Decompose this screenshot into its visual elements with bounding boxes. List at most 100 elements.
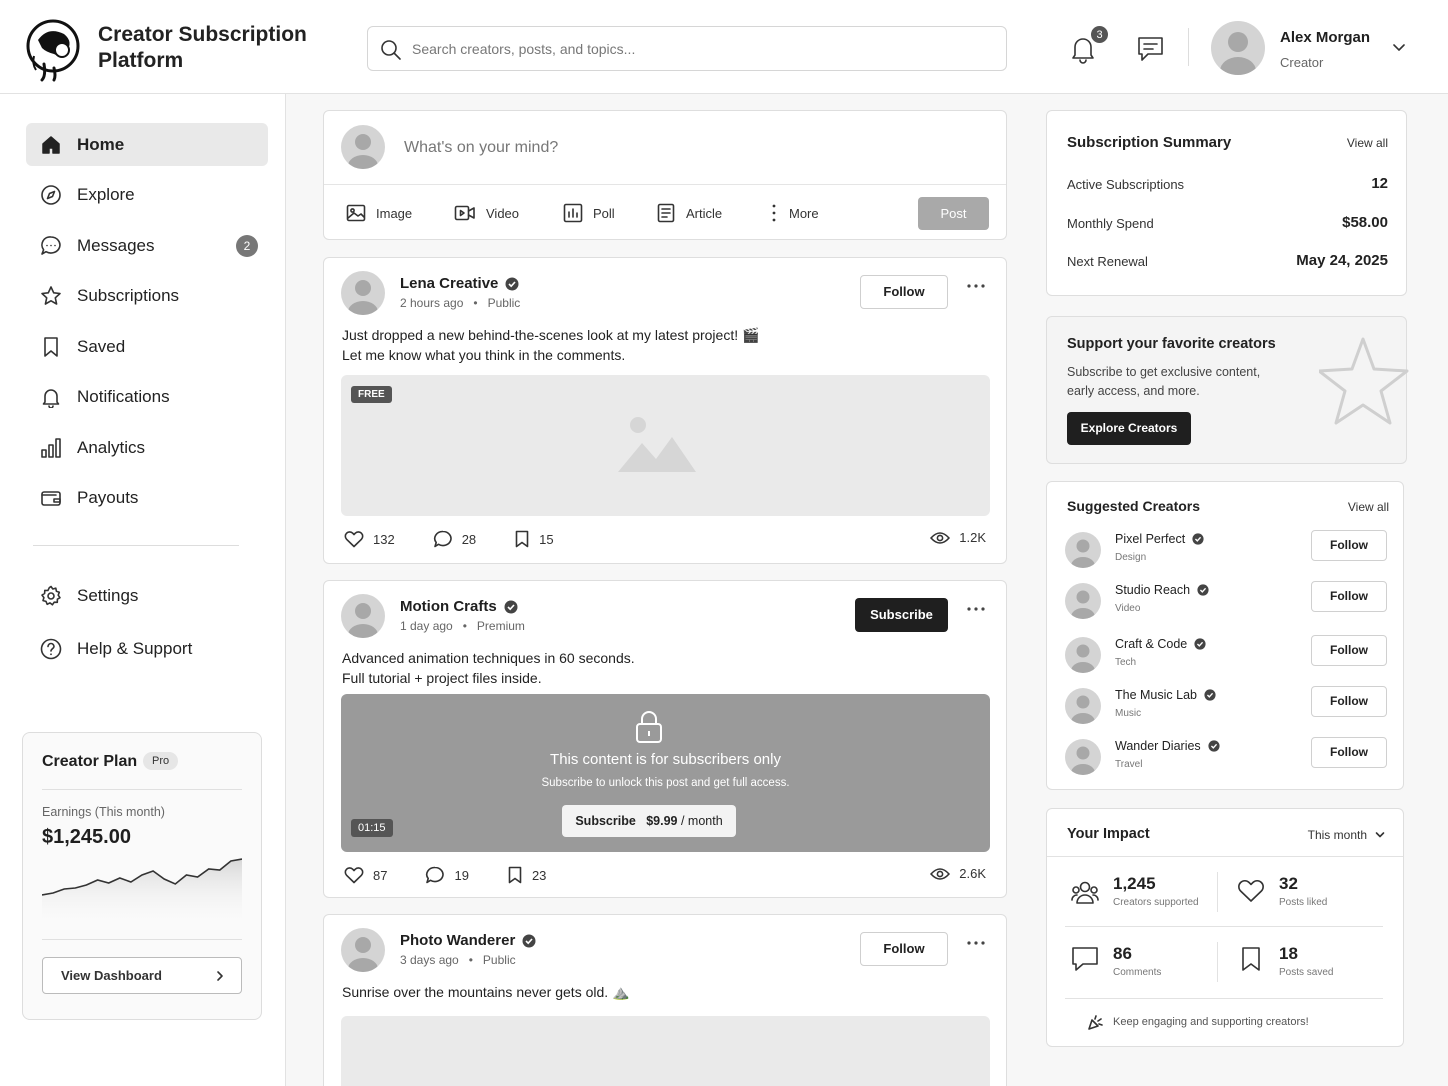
verified-badge-icon [1208,740,1220,752]
chevron-down-icon[interactable] [1392,41,1406,55]
author-avatar[interactable] [341,594,385,638]
suggested-view-all-link[interactable]: View all [1348,500,1389,514]
sidebar-item-home[interactable]: Home [26,123,268,166]
search-input[interactable] [412,37,992,61]
composer-tool-article[interactable]: Article [656,203,722,223]
creator-avatar[interactable] [1065,532,1101,568]
sidebar-item-explore[interactable]: Explore [26,173,268,216]
image-placeholder-icon [618,417,696,472]
star-outline-icon [1319,337,1409,425]
author-avatar[interactable] [341,928,385,972]
chat-icon[interactable] [1136,35,1166,63]
creator-category: Travel [1115,759,1143,770]
suggested-creator-row: Craft & Code Tech Follow [1065,635,1387,677]
bar-chart-icon [41,437,61,458]
post-image[interactable]: FREE [341,375,990,516]
home-icon [42,135,60,154]
author-name[interactable]: Motion Crafts [400,598,518,615]
composer-tool-more[interactable]: More [769,203,819,223]
comment-button[interactable]: 28 [433,530,476,548]
unlock-subscribe-button[interactable]: Subscribe $9.99 / month [562,805,736,837]
locked-content[interactable]: This content is for subscribers only Sub… [341,694,990,852]
top-header: Creator Subscription Platform 3 Alex Mor… [0,0,1448,94]
more-options-icon[interactable] [966,283,986,289]
sidebar-item-analytics[interactable]: Analytics [26,426,268,469]
follow-button[interactable]: Follow [1311,737,1387,768]
promo-text: Subscribe to get exclusive content, early… [1067,365,1261,398]
your-impact-card: Your Impact This month 1,245 Creators su… [1046,808,1404,1047]
comment-button[interactable]: 19 [425,866,469,884]
suggested-creator-row: Pixel Perfect Design Follow [1065,530,1387,572]
composer-input[interactable]: What's on your mind? [404,139,558,157]
follow-button[interactable]: Follow [1311,530,1387,561]
creator-avatar[interactable] [1065,637,1101,673]
creator-name[interactable]: Pixel Perfect [1115,532,1204,546]
subscribe-button[interactable]: Subscribe [855,598,948,632]
author-name[interactable]: Photo Wanderer [400,932,536,949]
suggested-title: Suggested Creators [1067,498,1201,514]
party-popper-icon [1088,1015,1103,1030]
follow-button[interactable]: Follow [1311,581,1387,612]
follow-button[interactable]: Follow [1311,686,1387,717]
sidebar-item-payouts[interactable]: Payouts [26,476,268,519]
suggested-creator-row: Wander Diaries Travel Follow [1065,737,1387,779]
explore-creators-button[interactable]: Explore Creators [1067,412,1191,445]
creator-name[interactable]: Wander Diaries [1115,739,1220,753]
like-button[interactable]: 132 [344,530,395,548]
sidebar-item-saved[interactable]: Saved [26,325,268,368]
author-name[interactable]: Lena Creative [400,275,519,292]
suggested-creator-row: Studio Reach Video Follow [1065,581,1387,623]
creator-plan-card: Creator Plan Pro Earnings (This month) $… [22,732,262,1020]
sidebar-item-notifications[interactable]: Notifications [26,375,268,418]
poll-icon [563,203,583,223]
post-actions: 87 19 23 [344,866,584,884]
app-logo-icon[interactable] [24,18,84,82]
video-icon [454,205,475,221]
creator-avatar[interactable] [1065,739,1101,775]
search-bar[interactable] [367,26,1007,71]
follow-button[interactable]: Follow [860,275,948,309]
promo-title: Support your favorite creators [1067,336,1276,352]
more-options-icon[interactable] [966,940,986,946]
sidebar-item-help[interactable]: Help & Support [26,627,268,670]
author-avatar[interactable] [341,271,385,315]
sidebar-item-label: Notifications [77,386,170,406]
impact-footer-text: Keep engaging and supporting creators! [1113,1016,1309,1028]
like-button[interactable]: 87 [344,866,387,884]
eye-icon [930,531,951,544]
impact-period-select[interactable]: This month [1308,828,1385,842]
lock-icon [636,711,662,743]
sidebar-item-messages[interactable]: Messages 2 [26,224,268,267]
impact-divider [1217,942,1218,982]
user-name[interactable]: Alex Morgan [1280,29,1370,46]
impact-divider [1065,998,1383,999]
creator-name[interactable]: The Music Lab [1115,688,1216,702]
composer-tool-poll[interactable]: Poll [563,203,615,223]
summary-view-all-link[interactable]: View all [1347,136,1388,150]
composer-tool-video[interactable]: Video [454,203,519,223]
creator-avatar[interactable] [1065,688,1101,724]
creator-name[interactable]: Craft & Code [1115,637,1206,651]
view-dashboard-label: View Dashboard [61,968,162,983]
post-image[interactable] [341,1016,990,1086]
creator-avatar[interactable] [1065,583,1101,619]
view-dashboard-button[interactable]: View Dashboard [42,957,242,994]
follow-button[interactable]: Follow [1311,635,1387,666]
composer-tool-image[interactable]: Image [346,203,412,223]
bookmark-icon [508,866,522,884]
sidebar-item-subscriptions[interactable]: Subscriptions [26,274,268,317]
earnings-label: Earnings (This month) [42,805,165,819]
post-button[interactable]: Post [918,197,989,230]
star-icon [41,285,61,305]
save-button[interactable]: 23 [507,866,546,884]
heart-icon [1238,880,1264,902]
verified-badge-icon [505,277,519,290]
more-options-icon[interactable] [966,606,986,612]
sidebar-item-settings[interactable]: Settings [26,574,268,617]
creator-name[interactable]: Studio Reach [1115,583,1209,597]
save-button[interactable]: 15 [514,530,554,548]
creator-category: Video [1115,603,1141,614]
post-meta: 2 hours ago • Public [400,296,521,310]
follow-button[interactable]: Follow [860,932,948,966]
user-avatar[interactable] [1211,21,1265,75]
